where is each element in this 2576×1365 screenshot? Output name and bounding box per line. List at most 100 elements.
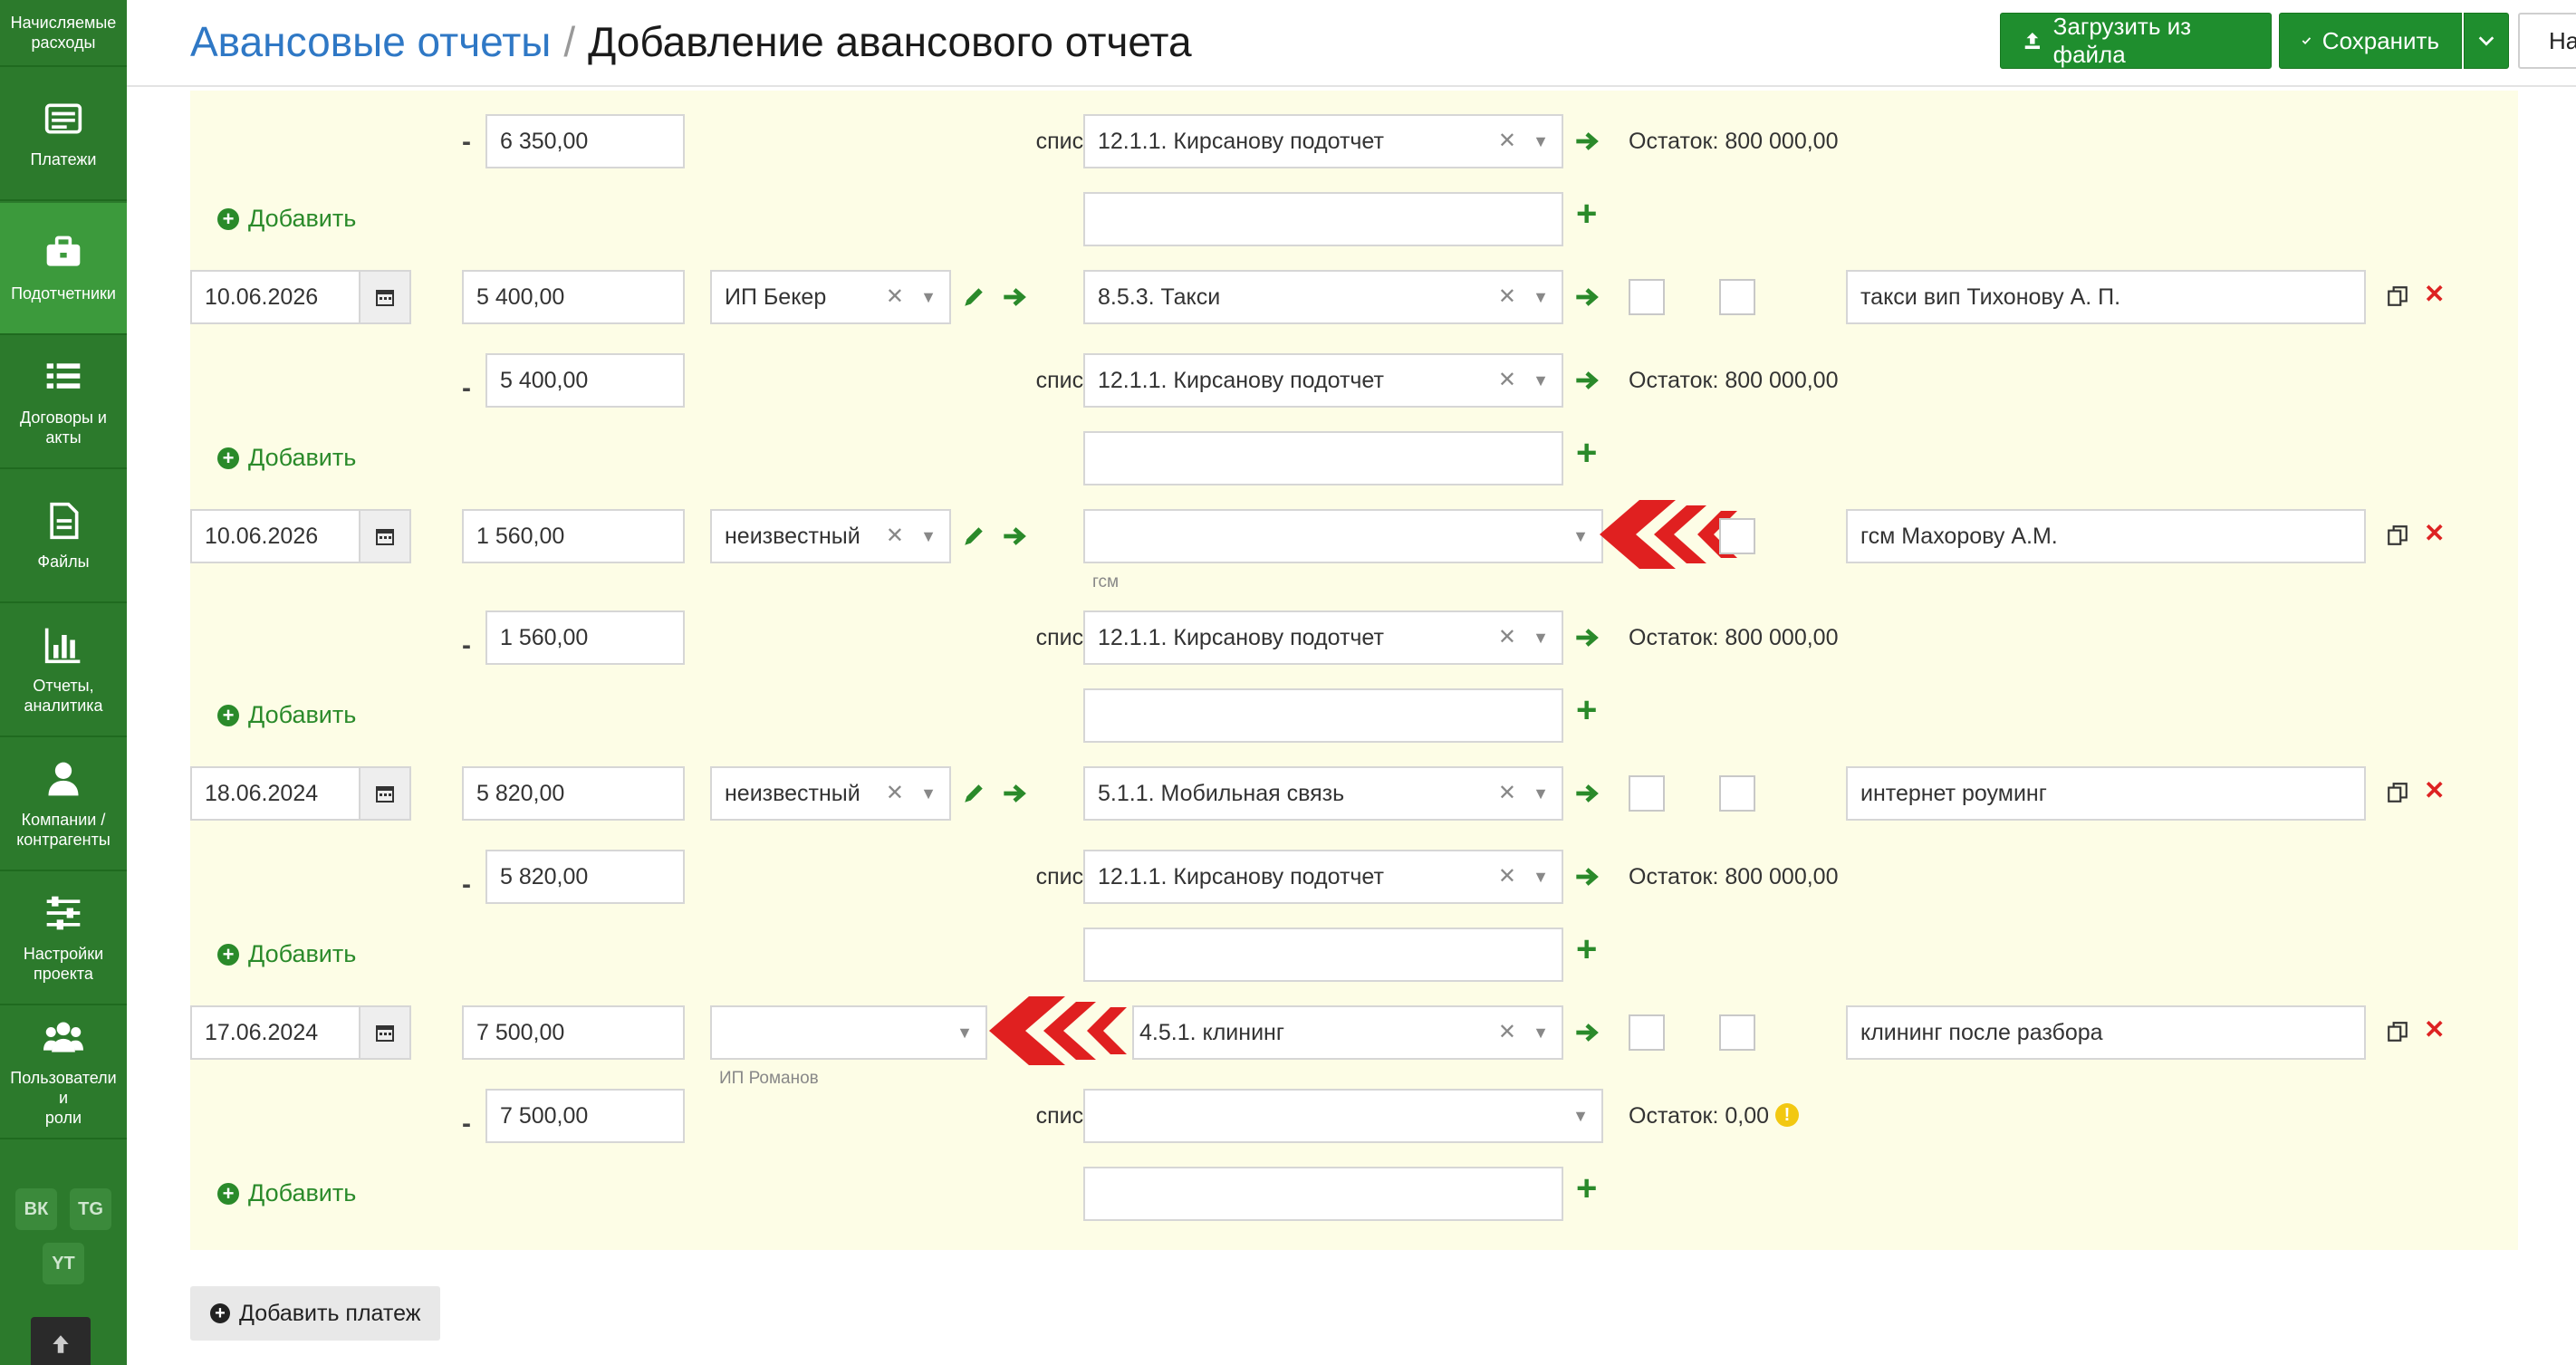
checkbox-2[interactable] xyxy=(1719,518,1755,554)
clear-icon[interactable]: ✕ xyxy=(886,768,904,819)
add-split-link[interactable]: + Добавить xyxy=(217,205,356,233)
vk-icon[interactable]: ВК xyxy=(15,1188,57,1230)
arrow-right-icon[interactable] xyxy=(1002,781,1027,806)
arrow-right-icon[interactable] xyxy=(1574,1020,1600,1045)
caret-down-icon[interactable]: ▼ xyxy=(1533,768,1549,819)
date-input[interactable]: 17.06.2024 xyxy=(190,1005,411,1060)
tags-input[interactable] xyxy=(1083,1167,1563,1221)
caret-down-icon[interactable]: ▼ xyxy=(920,768,937,819)
sidebar-item-contracts[interactable]: Договоры и акты xyxy=(0,337,127,469)
contractor-select[interactable]: ИП Бекер ✕ ▼ xyxy=(710,270,951,324)
sidebar-item-accrued-expenses[interactable]: Начисляемые расходы xyxy=(0,0,127,67)
add-tag-icon[interactable]: + xyxy=(1576,692,1597,728)
calendar-icon[interactable] xyxy=(359,272,409,322)
article-select[interactable]: 5.1.1. Мобильная связь ✕ ▼ xyxy=(1083,766,1563,821)
calendar-icon[interactable] xyxy=(359,768,409,819)
copy-icon[interactable] xyxy=(2386,1020,2409,1043)
caret-down-icon[interactable]: ▼ xyxy=(956,1007,973,1058)
article-select[interactable]: 4.5.1. клининг ✕ ▼ xyxy=(1132,1005,1563,1060)
upload-from-file-button[interactable]: Загрузить из файла xyxy=(2000,13,2272,69)
contractor-select-empty[interactable]: ▼ xyxy=(710,1005,987,1060)
article-select-empty[interactable]: ▼ xyxy=(1083,509,1603,563)
amount-input[interactable]: 5 820,00 xyxy=(462,766,685,821)
add-tag-icon[interactable]: + xyxy=(1576,931,1597,967)
comment-input[interactable]: клининг после разбора xyxy=(1846,1005,2366,1060)
delete-icon[interactable]: ✕ xyxy=(2424,279,2445,309)
article-select[interactable]: 12.1.1. Кирсанову подотчет ✕ ▼ xyxy=(1083,114,1563,168)
amount-input[interactable]: 5 400,00 xyxy=(462,270,685,324)
sidebar-item-project-settings[interactable]: Настройки проекта xyxy=(0,873,127,1005)
add-split-link[interactable]: + Добавить xyxy=(217,940,356,968)
caret-down-icon[interactable]: ▼ xyxy=(920,511,937,562)
checkbox-1[interactable] xyxy=(1629,1014,1665,1051)
add-tag-icon[interactable]: + xyxy=(1576,196,1597,232)
checkbox-2[interactable] xyxy=(1719,279,1755,315)
clear-icon[interactable]: ✕ xyxy=(1498,355,1516,406)
article-select[interactable]: 12.1.1. Кирсанову подотчет ✕ ▼ xyxy=(1083,353,1563,408)
comment-input[interactable]: интернет роуминг xyxy=(1846,766,2366,821)
checkbox-1[interactable] xyxy=(1629,279,1665,315)
add-split-link[interactable]: + Добавить xyxy=(217,444,356,472)
amount-input[interactable]: 7 500,00 xyxy=(462,1005,685,1060)
article-select[interactable]: 12.1.1. Кирсанову подотчет ✕ ▼ xyxy=(1083,610,1563,665)
sidebar-item-accountable-persons[interactable]: Подотчетники xyxy=(0,203,127,335)
tags-input[interactable] xyxy=(1083,431,1563,485)
split-amount-input[interactable]: 7 500,00 xyxy=(485,1089,685,1143)
caret-down-icon[interactable]: ▼ xyxy=(1572,1091,1589,1141)
date-input[interactable]: 10.06.2026 xyxy=(190,509,411,563)
breadcrumb-link-advance-reports[interactable]: Авансовые отчеты xyxy=(190,18,551,65)
sidebar-item-reports[interactable]: Отчеты, аналитика xyxy=(0,605,127,737)
contractor-select[interactable]: неизвестный ✕ ▼ xyxy=(710,766,951,821)
caret-down-icon[interactable]: ▼ xyxy=(1533,612,1549,663)
comment-input[interactable]: такси вип Тихонову А. П. xyxy=(1846,270,2366,324)
clear-icon[interactable]: ✕ xyxy=(1498,768,1516,819)
comment-input[interactable]: гсм Махорову А.М. xyxy=(1846,509,2366,563)
clear-icon[interactable]: ✕ xyxy=(1498,1007,1516,1058)
pencil-icon[interactable] xyxy=(962,285,985,309)
caret-down-icon[interactable]: ▼ xyxy=(1572,511,1589,562)
youtube-icon[interactable]: YT xyxy=(43,1243,84,1284)
calendar-icon[interactable] xyxy=(359,511,409,562)
calendar-icon[interactable] xyxy=(359,1007,409,1058)
caret-down-icon[interactable]: ▼ xyxy=(1533,851,1549,902)
clear-icon[interactable]: ✕ xyxy=(1498,851,1516,902)
add-tag-icon[interactable]: + xyxy=(1576,1170,1597,1206)
sidebar-item-companies[interactable]: Компании / контрагенты xyxy=(0,739,127,871)
copy-icon[interactable] xyxy=(2386,781,2409,804)
add-payment-button[interactable]: + Добавить платеж xyxy=(190,1286,441,1341)
delete-icon[interactable]: ✕ xyxy=(2424,775,2445,805)
copy-icon[interactable] xyxy=(2386,284,2409,308)
delete-icon[interactable]: ✕ xyxy=(2424,518,2445,548)
date-input[interactable]: 18.06.2024 xyxy=(190,766,411,821)
arrow-right-icon[interactable] xyxy=(1574,864,1600,889)
back-button[interactable]: Назад xyxy=(2518,13,2576,69)
caret-down-icon[interactable]: ▼ xyxy=(1533,272,1549,322)
save-button[interactable]: Сохранить xyxy=(2279,13,2462,69)
save-options-dropdown[interactable] xyxy=(2464,13,2509,69)
add-split-link[interactable]: + Добавить xyxy=(217,701,356,729)
checkbox-2[interactable] xyxy=(1719,775,1755,812)
tags-input[interactable] xyxy=(1083,192,1563,246)
arrow-right-icon[interactable] xyxy=(1574,129,1600,154)
tags-input[interactable] xyxy=(1083,928,1563,982)
arrow-right-icon[interactable] xyxy=(1574,284,1600,310)
arrow-right-icon[interactable] xyxy=(1574,368,1600,393)
article-select[interactable]: 8.5.3. Такси ✕ ▼ xyxy=(1083,270,1563,324)
tags-input[interactable] xyxy=(1083,688,1563,743)
sidebar-item-payments[interactable]: Платежи xyxy=(0,69,127,201)
caret-down-icon[interactable]: ▼ xyxy=(1533,355,1549,406)
checkbox-1[interactable] xyxy=(1629,775,1665,812)
clear-icon[interactable]: ✕ xyxy=(1498,272,1516,322)
sidebar-item-files[interactable]: Файлы xyxy=(0,471,127,603)
arrow-right-icon[interactable] xyxy=(1574,781,1600,806)
caret-down-icon[interactable]: ▼ xyxy=(1533,116,1549,167)
contractor-select[interactable]: неизвестный ✕ ▼ xyxy=(710,509,951,563)
amount-input[interactable]: 1 560,00 xyxy=(462,509,685,563)
split-amount-input[interactable]: 1 560,00 xyxy=(485,610,685,665)
caret-down-icon[interactable]: ▼ xyxy=(1533,1007,1549,1058)
clear-icon[interactable]: ✕ xyxy=(1498,116,1516,167)
add-tag-icon[interactable]: + xyxy=(1576,435,1597,471)
article-select-empty[interactable]: ▼ xyxy=(1083,1089,1603,1143)
clear-icon[interactable]: ✕ xyxy=(886,511,904,562)
article-select[interactable]: 12.1.1. Кирсанову подотчет ✕ ▼ xyxy=(1083,850,1563,904)
